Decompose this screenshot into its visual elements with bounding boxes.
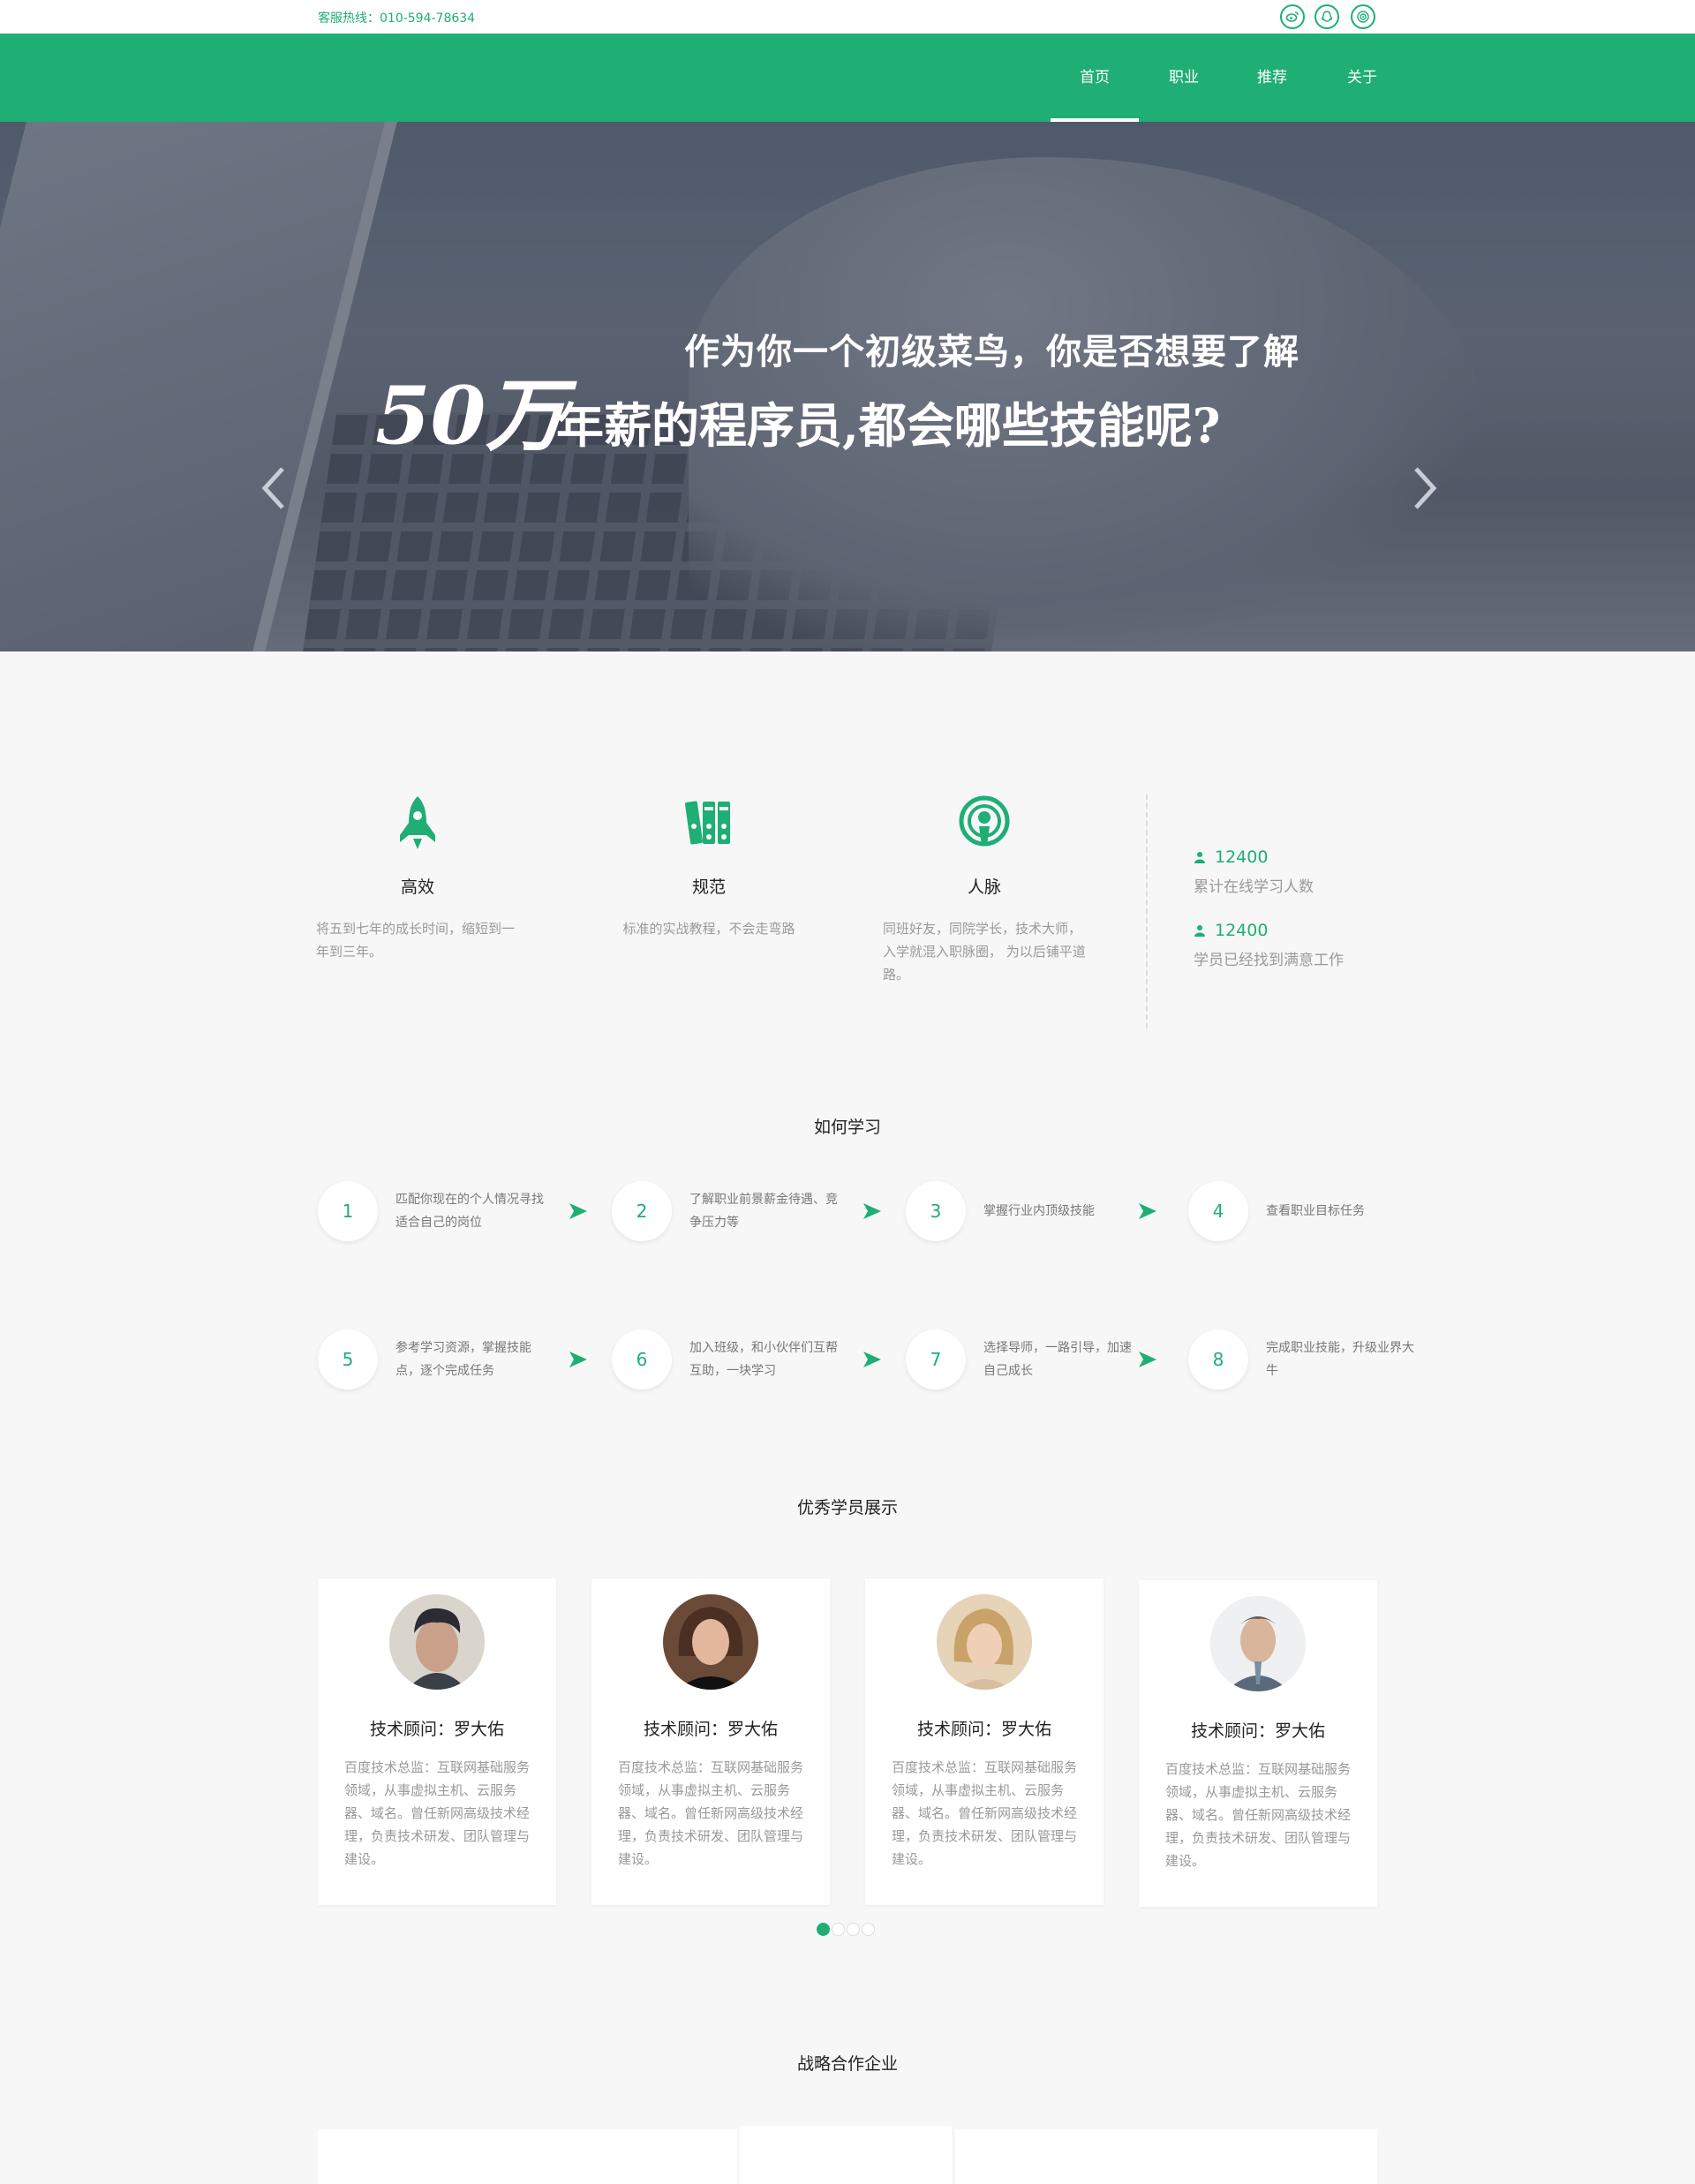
user-icon	[1194, 925, 1205, 937]
carousel-prev-icon[interactable]	[256, 462, 291, 515]
partner-logo-slot[interactable]	[955, 2129, 1377, 2184]
books-icon	[684, 801, 730, 845]
student-desc: 百度技术总监：互联网基础服务领域，从事虚拟主机、云服务器、域名。曾任新网高级技术…	[344, 1759, 531, 1867]
learning-step: 6 加入班级，和小伙伴们互帮互助，一块学习	[612, 1329, 848, 1389]
learning-step: 4 查看职业目标任务	[1188, 1181, 1425, 1241]
pager-dot[interactable]	[847, 1923, 860, 1936]
student-avatar	[937, 1594, 1032, 1690]
step-arrow-icon	[863, 1352, 881, 1367]
feature-network: 人脉 同班好友，同院学长，技术大师，入学就混入职脉圈， 为以后铺平道路。	[883, 795, 1086, 986]
student-card[interactable]: 技术顾问：罗大佑 百度技术总监：互联网基础服务领域，从事虚拟主机、云服务器、域名…	[591, 1578, 830, 1905]
step-text: 了解职业前景薪金待遇、竞争压力等	[689, 1193, 838, 1230]
podcast-icon	[959, 795, 1010, 847]
step-text: 查看职业目标任务	[1266, 1204, 1365, 1218]
how-to-learn-title: 如何学习	[813, 1118, 881, 1137]
pager-dot[interactable]	[817, 1923, 830, 1936]
nav-item-home[interactable]: 首页	[1051, 34, 1139, 122]
step-text: 匹配你现在的个人情况寻找适合自己的岗位	[396, 1193, 544, 1230]
students-pager	[817, 1923, 875, 1936]
pager-dot[interactable]	[862, 1923, 875, 1936]
feature-title: 规范	[691, 877, 726, 897]
student-name: 技术顾问：罗大佑	[369, 1720, 504, 1739]
step-text: 参考学习资源，掌握技能点，逐个完成任务	[396, 1341, 531, 1378]
step-number: 8	[1188, 1329, 1248, 1389]
stat-label: 累计在线学习人数	[1194, 878, 1314, 896]
student-name: 技术顾问：罗大佑	[916, 1720, 1051, 1739]
student-desc: 百度技术总监：互联网基础服务领域，从事虚拟主机、云服务器、域名。曾任新网高级技术…	[1165, 1761, 1352, 1869]
stat-employed: 12400 学员已经找到满意工作	[1194, 921, 1344, 969]
hero-carousel: 作为你一个初级菜鸟，你是否想要了解 50万 年薪的程序员,都会哪些技能呢?	[0, 122, 1695, 651]
step-number: 7	[906, 1329, 966, 1389]
partner-logo-slot[interactable]	[318, 2129, 737, 2184]
student-card[interactable]: 技术顾问：罗大佑 百度技术总监：互联网基础服务领域，从事虚拟主机、云服务器、域名…	[1139, 1580, 1377, 1907]
rocket-icon	[400, 796, 435, 849]
student-card[interactable]: 技术顾问：罗大佑 百度技术总监：互联网基础服务领域，从事虚拟主机、云服务器、域名…	[318, 1578, 556, 1905]
hero-salary: 50万	[375, 369, 566, 463]
learning-step: 1 匹配你现在的个人情况寻找适合自己的岗位	[318, 1181, 554, 1241]
partners-title: 战略合作企业	[796, 2054, 898, 2074]
learning-step: 3 掌握行业内顶级技能	[906, 1181, 1142, 1241]
hotline-text: 客服热线：010-594-78634	[318, 11, 476, 26]
step-number: 2	[612, 1181, 672, 1241]
step-arrow-icon	[1139, 1203, 1156, 1219]
hero-headline: 作为你一个初级菜鸟，你是否想要了解	[684, 331, 1300, 373]
step-number: 6	[612, 1329, 672, 1389]
qq-icon[interactable]	[1315, 4, 1339, 29]
feature-standard: 规范 标准的实战教程，不会走弯路	[607, 795, 810, 940]
wechat-icon[interactable]	[1351, 4, 1375, 29]
pager-dot[interactable]	[832, 1923, 845, 1936]
student-name: 技术顾问：罗大佑	[643, 1720, 778, 1739]
partner-logo-slot[interactable]	[740, 2126, 952, 2184]
feature-desc: 标准的实战教程，不会走弯路	[622, 921, 795, 937]
learning-step: 2 了解职业前景薪金待遇、竞争压力等	[612, 1181, 848, 1241]
stat-label: 学员已经找到满意工作	[1194, 952, 1344, 969]
student-avatar	[389, 1594, 485, 1690]
step-text: 完成职业技能，升级业界大牛	[1266, 1341, 1414, 1378]
user-icon	[1194, 852, 1205, 863]
carousel-next-icon[interactable]	[1407, 462, 1443, 515]
nav-item-career[interactable]: 职业	[1140, 34, 1228, 122]
student-desc: 百度技术总监：互联网基础服务领域，从事虚拟主机、云服务器、域名。曾任新网高级技术…	[892, 1759, 1078, 1867]
stat-online-learners: 12400 累计在线学习人数	[1194, 847, 1314, 896]
student-desc: 百度技术总监：互联网基础服务领域，从事虚拟主机、云服务器、域名。曾任新网高级技术…	[618, 1759, 804, 1867]
weibo-icon[interactable]	[1280, 4, 1305, 29]
hero-subheadline: 年薪的程序员,都会哪些技能呢?	[556, 397, 1221, 454]
stat-value: 12400	[1215, 921, 1269, 940]
feature-desc: 将五到七年的成长时间，缩短到一年到三年。	[316, 921, 516, 960]
step-number: 1	[318, 1181, 378, 1241]
feature-divider	[1146, 795, 1148, 1028]
step-text: 选择导师，一路引导，加速自己成长	[983, 1341, 1132, 1378]
learning-step: 7 选择导师，一路引导，加速自己成长	[906, 1329, 1142, 1389]
step-arrow-icon	[863, 1203, 881, 1219]
main-nav: 首页 职业 推荐 关于	[0, 34, 1695, 122]
step-arrow-icon	[1139, 1352, 1156, 1367]
student-name: 技术顾问：罗大佑	[1190, 1721, 1325, 1741]
feature-title: 人脉	[967, 877, 1001, 897]
step-number: 3	[906, 1181, 966, 1241]
student-card[interactable]: 技术顾问：罗大佑 百度技术总监：互联网基础服务领域，从事虚拟主机、云服务器、域名…	[865, 1578, 1104, 1905]
step-number: 5	[318, 1329, 378, 1389]
top-bar: 客服热线：010-594-78634	[0, 0, 1695, 34]
student-avatar	[1210, 1596, 1306, 1691]
step-number: 4	[1188, 1181, 1248, 1241]
step-text: 掌握行业内顶级技能	[983, 1204, 1095, 1218]
students-title: 优秀学员展示	[796, 1498, 898, 1518]
feature-title: 高效	[400, 877, 434, 897]
feature-desc: 同班好友，同院学长，技术大师，入学就混入职脉圈， 为以后铺平道路。	[883, 921, 1086, 983]
nav-item-recommend[interactable]: 推荐	[1228, 34, 1316, 122]
learning-step: 8 完成职业技能，升级业界大牛	[1188, 1329, 1425, 1389]
step-text: 加入班级，和小伙伴们互帮互助，一块学习	[689, 1341, 838, 1378]
feature-efficient: 高效 将五到七年的成长时间，缩短到一年到三年。	[316, 795, 519, 963]
learning-step: 5 参考学习资源，掌握技能点，逐个完成任务	[318, 1329, 554, 1389]
student-avatar	[663, 1594, 758, 1690]
step-arrow-icon	[569, 1203, 587, 1219]
stat-value: 12400	[1215, 847, 1269, 867]
step-arrow-icon	[569, 1352, 587, 1367]
nav-item-about[interactable]: 关于	[1318, 34, 1406, 122]
